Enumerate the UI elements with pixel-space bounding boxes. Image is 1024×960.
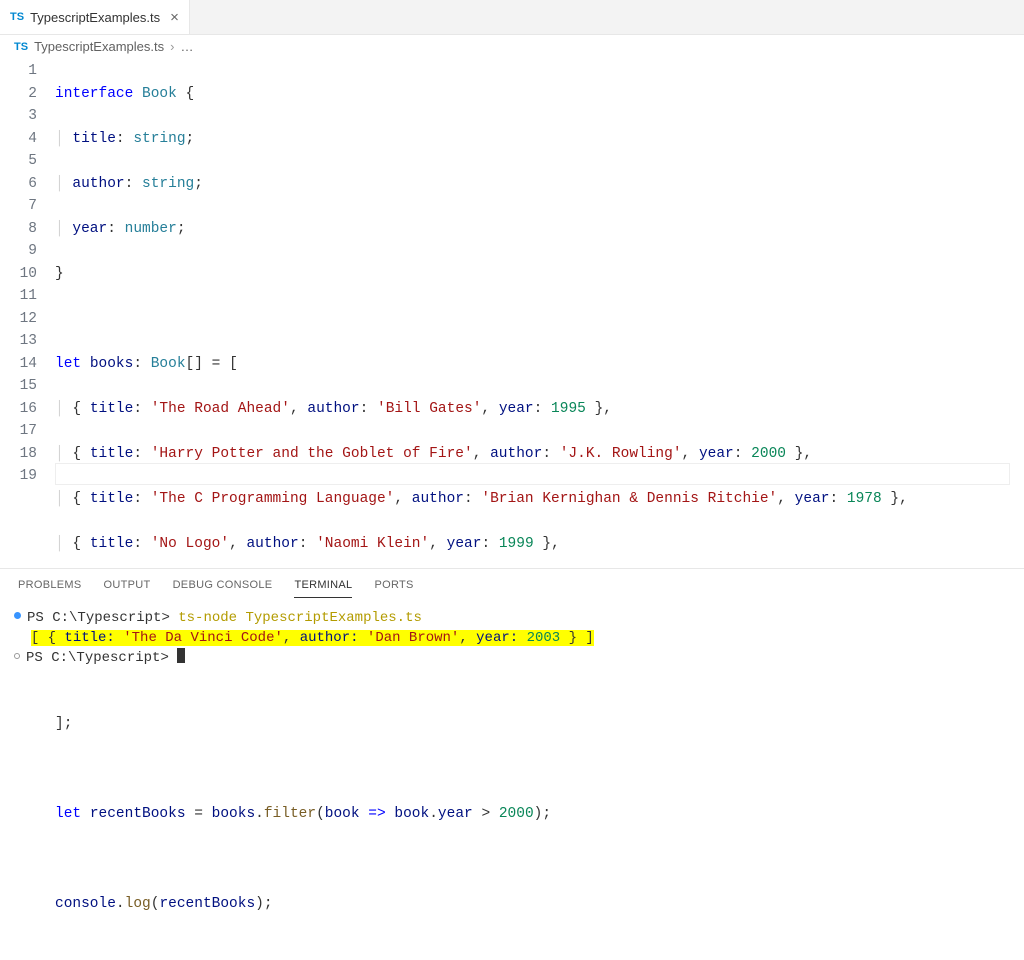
- typescript-file-icon: TS: [10, 11, 24, 23]
- close-icon[interactable]: ×: [170, 9, 179, 26]
- terminal-output-line: [ { title: 'The Da Vinci Code', author: …: [14, 628, 1010, 648]
- terminal-cursor: [177, 648, 185, 663]
- editor[interactable]: 1 2 3 4 5 6 7 8 9 10 11 12 13 14 15 16 1…: [0, 58, 1024, 960]
- idle-terminal-icon: [14, 653, 20, 659]
- code-line: [55, 758, 1024, 781]
- tab-terminal[interactable]: TERMINAL: [294, 579, 352, 598]
- code-line: │ { title: 'The C Programming Language',…: [55, 488, 1024, 511]
- tab-output[interactable]: OUTPUT: [104, 579, 151, 598]
- panel-tab-bar: PROBLEMS OUTPUT DEBUG CONSOLE TERMINAL P…: [0, 569, 1024, 598]
- line-number-gutter: 1 2 3 4 5 6 7 8 9 10 11 12 13 14 15 16 1…: [0, 60, 55, 960]
- breadcrumb-file: TypescriptExamples.ts: [34, 39, 164, 54]
- terminal-line: PS C:\Typescript> ts-node TypescriptExam…: [14, 608, 1010, 628]
- code-line: │ title: string;: [55, 128, 1024, 151]
- code-line: │ { title: 'Harry Potter and the Goblet …: [55, 443, 1024, 466]
- tab-problems[interactable]: PROBLEMS: [18, 579, 82, 598]
- code-line: console.log(recentBooks);: [55, 893, 1024, 916]
- code-line: [55, 848, 1024, 871]
- code-line: let recentBooks = books.filter(book => b…: [55, 803, 1024, 826]
- code-line: }: [55, 263, 1024, 286]
- tab-bar: TS TypescriptExamples.ts ×: [0, 0, 1024, 35]
- bottom-panel: PROBLEMS OUTPUT DEBUG CONSOLE TERMINAL P…: [0, 568, 1024, 688]
- code-line: ];: [55, 713, 1024, 736]
- tab-ports[interactable]: PORTS: [374, 579, 413, 598]
- code-line: interface Book {: [55, 83, 1024, 106]
- code-line: │ author: string;: [55, 173, 1024, 196]
- tab-debug-console[interactable]: DEBUG CONSOLE: [173, 579, 273, 598]
- editor-tab[interactable]: TS TypescriptExamples.ts ×: [0, 0, 190, 34]
- code-line: [55, 308, 1024, 331]
- terminal[interactable]: PS C:\Typescript> ts-node TypescriptExam…: [0, 598, 1024, 668]
- typescript-file-icon: TS: [14, 41, 28, 53]
- tab-filename: TypescriptExamples.ts: [30, 10, 160, 25]
- code-line: │ year: number;: [55, 218, 1024, 241]
- code-content[interactable]: interface Book { │ title: string; │ auth…: [55, 60, 1024, 960]
- terminal-line: PS C:\Typescript>: [14, 648, 1010, 668]
- code-line: │ { title: 'The Road Ahead', author: 'Bi…: [55, 398, 1024, 421]
- breadcrumb-more: …: [180, 39, 193, 54]
- breadcrumb[interactable]: TS TypescriptExamples.ts › …: [0, 35, 1024, 58]
- active-terminal-icon: [14, 612, 21, 619]
- code-line: let books: Book[] = [: [55, 353, 1024, 376]
- chevron-right-icon: ›: [170, 39, 174, 54]
- code-line: │ { title: 'No Logo', author: 'Naomi Kle…: [55, 533, 1024, 556]
